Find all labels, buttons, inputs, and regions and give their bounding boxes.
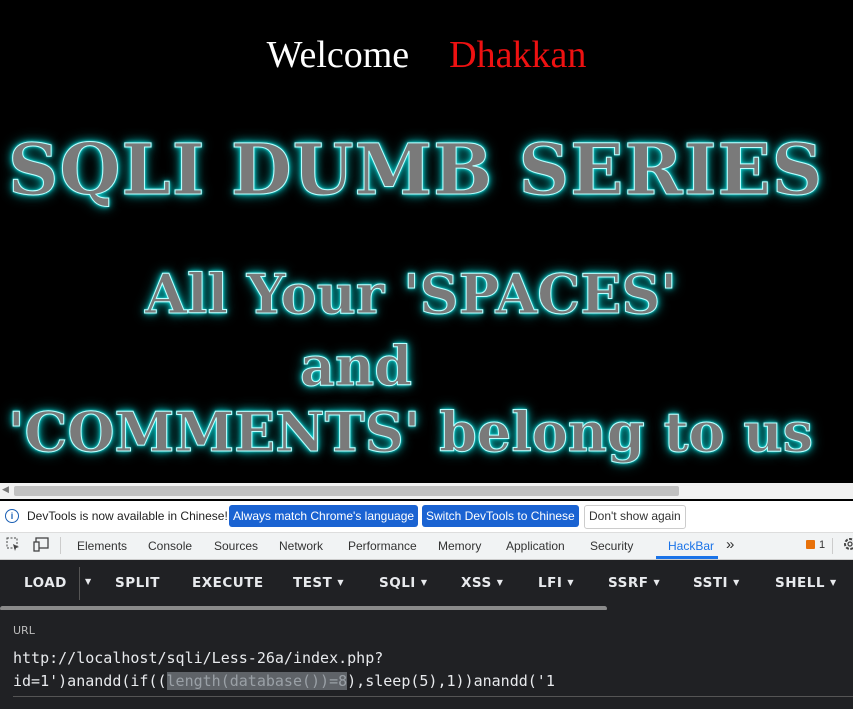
load-dropdown-chevron-icon[interactable]: ▼ xyxy=(85,577,92,586)
hackbar-toolbar: LOAD ▼ SPLIT EXECUTE TEST ▼ SQLI ▼ XSS ▼ LF… xyxy=(0,560,853,611)
banner-line-comments: 'COMMENTS' belong to us xyxy=(7,400,814,465)
lfi-menu-button[interactable]: LFI ▼ xyxy=(538,575,574,591)
xss-menu-label: XSS xyxy=(461,575,492,591)
url-query-end: ),sleep(5),1))anandd('1 xyxy=(347,672,555,690)
load-separator xyxy=(79,567,80,600)
switch-to-chinese-button[interactable]: Switch DevTools to Chinese xyxy=(422,505,579,527)
inspect-element-icon[interactable] xyxy=(6,537,21,555)
ssrf-menu-button[interactable]: SSRF ▼ xyxy=(608,575,660,591)
shell-menu-label: SHELL xyxy=(775,575,825,591)
user-name: Dhakkan xyxy=(449,34,587,76)
chevron-down-icon: ▼ xyxy=(496,578,504,587)
always-match-language-button[interactable]: Always match Chrome's language xyxy=(229,505,419,527)
issues-icon[interactable] xyxy=(806,540,815,549)
tab-network[interactable]: Network xyxy=(279,539,323,553)
chevron-down-icon: ▼ xyxy=(733,578,740,587)
device-toolbar-icon[interactable] xyxy=(33,537,49,555)
banner-line-spaces: All Your 'SPACES' xyxy=(145,262,678,327)
welcome-label: Welcome xyxy=(266,34,410,76)
settings-gear-icon[interactable] xyxy=(843,536,853,555)
tab-console[interactable]: Console xyxy=(148,539,192,553)
execute-button[interactable]: EXECUTE xyxy=(192,575,264,591)
scroll-left-icon[interactable]: ◀ xyxy=(2,485,9,495)
lfi-menu-label: LFI xyxy=(538,575,563,591)
scrollbar-thumb[interactable] xyxy=(14,486,679,496)
tab-elements[interactable]: Elements xyxy=(77,539,127,553)
test-menu-button[interactable]: TEST ▼ xyxy=(293,575,344,591)
welcome-line: Welcome Dhakkan xyxy=(0,32,853,78)
sqli-menu-label: SQLI xyxy=(379,575,416,591)
url-query-start: id=1')anandd(if(( xyxy=(13,672,167,690)
shell-menu-button[interactable]: SHELL ▼ xyxy=(775,575,837,591)
tab-application[interactable]: Application xyxy=(506,539,565,553)
chevron-down-icon: ▼ xyxy=(829,578,837,587)
url-selected-text: length(database())=8 xyxy=(166,672,348,690)
dont-show-again-button[interactable]: Don't show again xyxy=(584,505,686,529)
url-line-1: http://localhost/sqli/Less-26a/index.php… xyxy=(13,649,384,667)
tab-security[interactable]: Security xyxy=(590,539,633,553)
more-tabs-icon[interactable]: » xyxy=(726,536,734,553)
toolbar-divider xyxy=(60,537,61,554)
url-field-underline xyxy=(13,696,853,697)
tab-hackbar[interactable]: HackBar xyxy=(668,539,714,553)
devtools-tabbar: Elements Console Sources Network Perform… xyxy=(0,533,853,560)
chevron-down-icon: ▼ xyxy=(567,578,575,587)
infobar-message: DevTools is now available in Chinese! xyxy=(27,509,228,523)
browser-page: Welcome Dhakkan SQLI DUMB SERIES All Your… xyxy=(0,0,853,483)
sqli-menu-button[interactable]: SQLI ▼ xyxy=(379,575,427,591)
load-button[interactable]: LOAD xyxy=(24,575,67,591)
banner-line-and: and xyxy=(299,334,413,399)
url-label: URL xyxy=(13,624,35,637)
tab-memory[interactable]: Memory xyxy=(438,539,481,553)
chevron-down-icon: ▼ xyxy=(337,578,345,587)
url-textarea[interactable]: http://localhost/sqli/Less-26a/index.php… xyxy=(13,647,555,693)
page-horizontal-scrollbar[interactable]: ◀ xyxy=(0,483,853,499)
xss-menu-button[interactable]: XSS ▼ xyxy=(461,575,503,591)
banner-title: SQLI DUMB SERIES xyxy=(7,128,824,212)
chevron-down-icon: ▼ xyxy=(420,578,428,587)
split-button[interactable]: SPLIT xyxy=(115,575,160,591)
toolbar-divider xyxy=(832,538,833,554)
test-menu-label: TEST xyxy=(293,575,333,591)
issues-count: 1 xyxy=(819,539,826,551)
ssti-menu-button[interactable]: SSTI ▼ xyxy=(693,575,740,591)
ssti-menu-label: SSTI xyxy=(693,575,729,591)
active-tab-indicator xyxy=(656,556,718,559)
tab-performance[interactable]: Performance xyxy=(348,539,417,553)
url-panel: URL http://localhost/sqli/Less-26a/index… xyxy=(0,610,853,709)
ssrf-menu-label: SSRF xyxy=(608,575,649,591)
info-icon: i xyxy=(5,509,19,523)
chevron-down-icon: ▼ xyxy=(653,578,661,587)
devtools-language-infobar: i DevTools is now available in Chinese! … xyxy=(0,501,853,533)
tab-sources[interactable]: Sources xyxy=(214,539,258,553)
